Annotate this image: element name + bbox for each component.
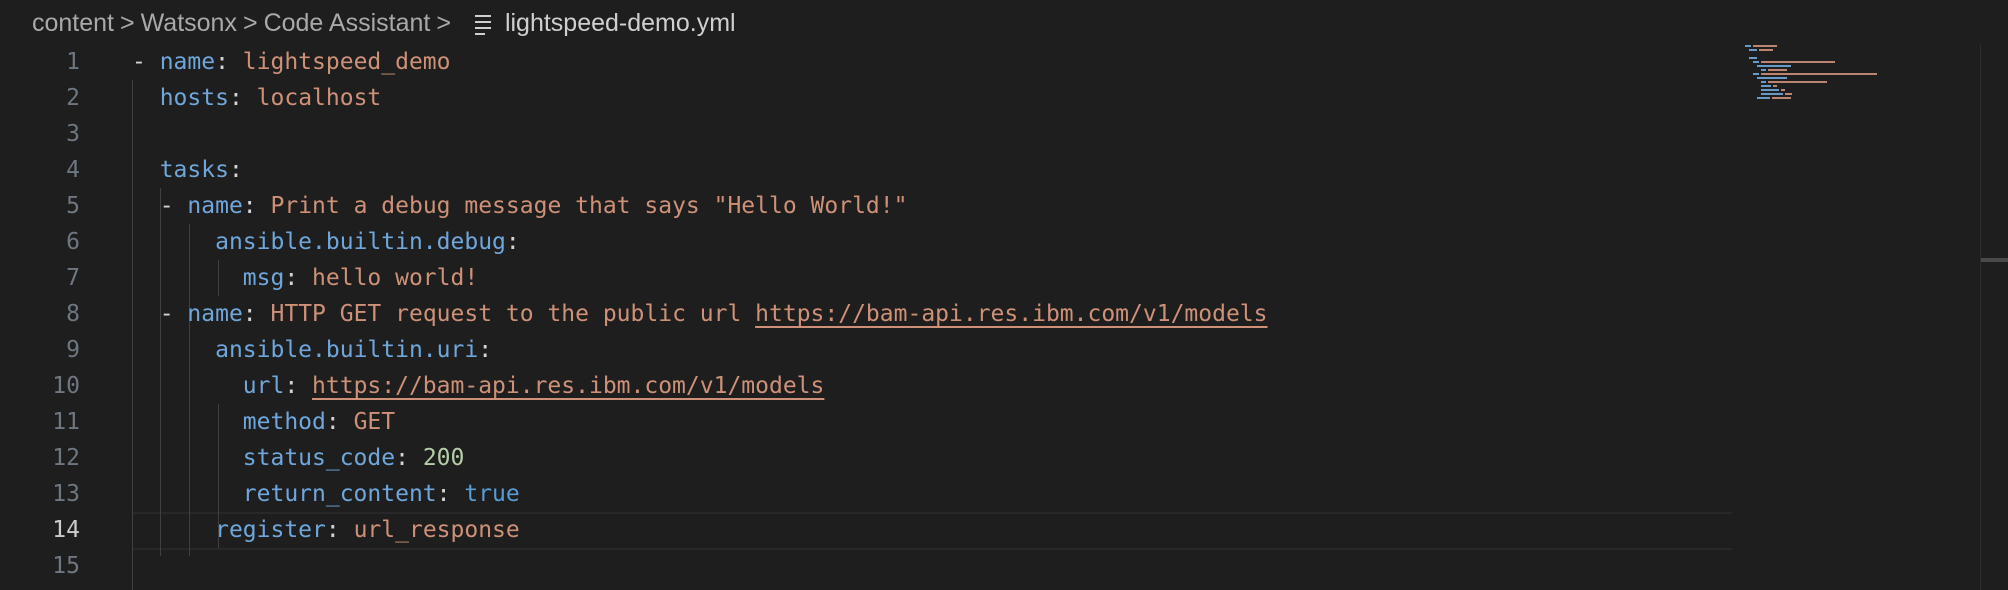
yaml-value: lightspeed_demo — [242, 49, 451, 75]
yaml-key: register — [215, 517, 326, 543]
line-number: 5 — [66, 193, 80, 219]
chevron-right-icon: > — [436, 8, 451, 37]
breadcrumb-item-code-assistant[interactable]: Code Assistant — [264, 9, 431, 38]
line-number-gutter: 1 2 3 4 5 6 7 8 9 10 11 12 13 14 15 — [0, 44, 90, 584]
code-line[interactable]: - name: HTTP GET request to the public u… — [132, 296, 1268, 332]
line-number: 4 — [66, 157, 80, 183]
line-number: 13 — [52, 481, 80, 507]
code-content[interactable]: - name: lightspeed_demo hosts: localhost… — [132, 44, 1268, 584]
vertical-scrollbar[interactable] — [1980, 44, 2008, 590]
line-number: 12 — [52, 445, 80, 471]
code-line[interactable]: url: https://bam-api.res.ibm.com/v1/mode… — [132, 368, 1268, 404]
line-number: 9 — [66, 337, 80, 363]
yaml-colon: : — [325, 409, 354, 435]
yaml-key: url — [242, 373, 285, 399]
yaml-value: Print a debug message that says "Hello W… — [270, 193, 908, 219]
chevron-right-icon: > — [120, 8, 135, 37]
code-line[interactable]: method: GET — [132, 404, 1268, 440]
code-editor[interactable]: 1 2 3 4 5 6 7 8 9 10 11 12 13 14 15 - name: lightspeed… — [0, 44, 1980, 590]
breadcrumb-file[interactable]: lightspeed-demo.yml — [505, 9, 736, 38]
editor-window: content > Watsonx > Code Assistant > lig… — [0, 0, 2008, 590]
yaml-key: name — [159, 49, 216, 75]
code-line[interactable]: msg: hello world! — [132, 260, 1268, 296]
yaml-key: name — [187, 193, 243, 219]
list-dash: - — [159, 193, 188, 219]
code-line[interactable]: hosts: localhost — [132, 80, 1268, 116]
yaml-colon: : — [228, 85, 257, 111]
code-line[interactable]: - name: Print a debug message that says … — [132, 188, 1268, 224]
line-number: 1 — [66, 49, 80, 75]
yaml-key: ansible.builtin.uri — [215, 337, 479, 363]
file-lines-icon — [474, 12, 495, 35]
code-line[interactable]: ansible.builtin.debug: — [132, 224, 1268, 260]
minimap[interactable] — [1745, 44, 1945, 104]
yaml-value: true — [464, 481, 520, 507]
list-dash: - — [132, 49, 160, 75]
yaml-colon: : — [436, 481, 465, 507]
yaml-colon: : — [505, 229, 520, 255]
line-number: 15 — [52, 553, 80, 579]
line-number: 7 — [66, 265, 80, 291]
line-number: 2 — [66, 85, 80, 111]
yaml-value: hello world! — [312, 265, 479, 291]
yaml-key: hosts — [159, 85, 229, 111]
code-line[interactable]: ansible.builtin.uri: — [132, 332, 1268, 368]
yaml-value: url_response — [353, 517, 520, 543]
yaml-key: ansible.builtin.debug — [215, 229, 506, 255]
breadcrumb-item-content[interactable]: content — [32, 9, 114, 38]
yaml-value: HTTP GET request to the public url — [270, 301, 756, 327]
yaml-key: method — [242, 409, 326, 435]
breadcrumb: content > Watsonx > Code Assistant > lig… — [32, 0, 736, 46]
line-number: 8 — [66, 301, 80, 327]
yaml-colon: : — [284, 373, 313, 399]
scrollbar-thumb[interactable] — [1981, 258, 2008, 262]
line-number: 3 — [66, 121, 80, 147]
yaml-key: status_code — [242, 445, 396, 471]
code-line[interactable] — [132, 116, 1268, 152]
chevron-right-icon: > — [242, 8, 258, 37]
yaml-colon: : — [242, 301, 271, 327]
yaml-colon: : — [242, 193, 271, 219]
yaml-key: name — [187, 301, 243, 327]
yaml-link[interactable]: https://bam-api.res.ibm.com/v1/models — [312, 373, 824, 399]
yaml-value: 200 — [422, 445, 465, 471]
line-number: 10 — [52, 373, 80, 399]
code-line[interactable]: status_code: 200 — [132, 440, 1268, 476]
code-line[interactable]: return_content: true — [132, 476, 1268, 512]
yaml-value: GET — [353, 409, 396, 435]
yaml-value: localhost — [256, 85, 382, 111]
code-line[interactable] — [132, 548, 1268, 584]
yaml-colon: : — [215, 49, 243, 75]
line-number: 14 — [52, 517, 80, 543]
minimap-line — [1745, 100, 1945, 104]
code-line[interactable]: - name: lightspeed_demo — [132, 44, 1268, 80]
yaml-link[interactable]: https://bam-api.res.ibm.com/v1/models — [755, 301, 1267, 327]
code-line[interactable]: register: url_response — [132, 512, 1268, 548]
breadcrumb-item-watsonx[interactable]: Watsonx — [141, 9, 237, 38]
yaml-colon: : — [284, 265, 313, 291]
yaml-colon: : — [228, 157, 243, 183]
yaml-key: msg — [242, 265, 285, 291]
yaml-colon: : — [325, 517, 354, 543]
yaml-colon: : — [395, 445, 423, 471]
line-number: 11 — [52, 409, 80, 435]
code-line[interactable]: tasks: — [132, 152, 1268, 188]
yaml-key: tasks — [159, 157, 229, 183]
yaml-key: return_content — [242, 481, 437, 507]
line-number: 6 — [66, 229, 80, 255]
list-dash: - — [159, 301, 188, 327]
yaml-colon: : — [478, 337, 493, 363]
